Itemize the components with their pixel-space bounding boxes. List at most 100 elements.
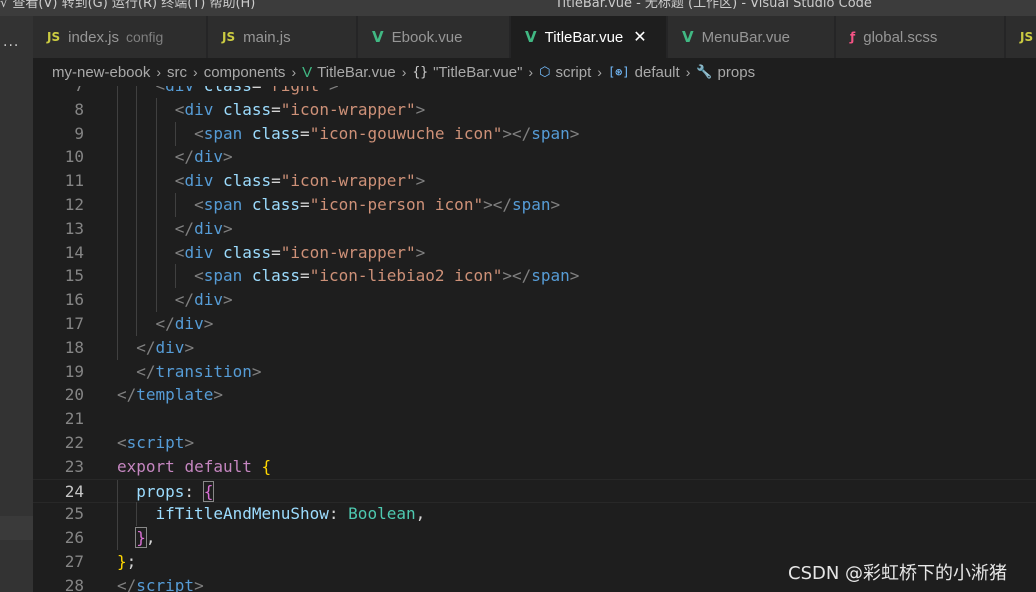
code-line[interactable]: 26}, — [33, 526, 1036, 551]
code-token: "right" — [262, 86, 329, 95]
code-line[interactable]: 15 <span class="icon-liebiao2 icon"></sp… — [33, 264, 1036, 289]
line-number: 15 — [64, 266, 84, 286]
code-token: div — [184, 171, 223, 191]
code-token: > — [415, 242, 426, 262]
code-token: Boolean — [348, 504, 416, 524]
tab-main-js[interactable]: JS main.js — [208, 16, 357, 58]
code-line[interactable]: 19 </transition> — [33, 360, 1036, 384]
code-line[interactable]: 20 </template> — [33, 383, 1036, 407]
breadcrumb-label: my-new-ebook — [52, 63, 151, 81]
code-token: > — [569, 123, 580, 143]
breadcrumb-item-titlebar-vue[interactable]: V TitleBar.vue — [302, 64, 396, 81]
code-token: span — [531, 266, 570, 286]
code-token: div — [194, 290, 223, 310]
code-text: <span class="icon-person icon"></span> — [117, 193, 560, 217]
code-line[interactable]: 8 <div class="icon-wrapper"> — [33, 97, 1036, 122]
breadcrumb-item-script[interactable]: ⬡ script — [539, 64, 591, 81]
breadcrumb-item-props[interactable]: 🔧 props — [696, 64, 755, 81]
code-line[interactable]: 24 props: { — [33, 478, 1036, 504]
braces-icon: {} — [412, 64, 429, 80]
tab-global-scss[interactable]: ƒ global.scss — [836, 16, 1005, 58]
tab-index-js[interactable]: JS index.js config — [33, 16, 207, 58]
breadcrumb-item-src[interactable]: src — [167, 64, 187, 81]
code-line[interactable]: 17 </div> — [33, 312, 1036, 336]
line-number: 27 — [64, 552, 84, 571]
code-token: > — [415, 99, 426, 119]
menu-bar[interactable]: √ 查看(V) 转到(G) 运行(R) 终端(T) 帮助(H) — [0, 0, 255, 11]
code-line[interactable]: 12 <span class="icon-person icon"></span… — [33, 193, 1036, 217]
code-line[interactable]: 22 <script> — [33, 431, 1036, 455]
code-line[interactable]: 11 <div class="icon-wrapper"> — [33, 169, 1036, 194]
code-token: > — [203, 314, 214, 333]
code-token: { — [202, 480, 215, 502]
tab-label: Ebook.vue — [391, 28, 463, 46]
code-line[interactable]: 21 — [33, 407, 1036, 431]
tab-i[interactable]: JSi — [1006, 16, 1036, 58]
code-line[interactable]: 9 <span class="icon-gouwuche icon"></spa… — [33, 121, 1036, 146]
code-token: = — [300, 266, 310, 286]
watermark: CSDN @彩虹桥下的小淅猪 — [788, 563, 1008, 584]
code-token: class — [204, 86, 252, 95]
line-number: 25 — [64, 504, 84, 524]
code-token: script — [136, 575, 195, 592]
breadcrumb-item-titlebar-vue[interactable]: {} "TitleBar.vue" — [412, 64, 522, 81]
line-number: 24 — [64, 481, 84, 501]
code-line[interactable]: 16 </div> — [33, 288, 1036, 313]
code-token: props — [136, 481, 185, 501]
chevron-right-icon: › — [401, 64, 407, 80]
code-token: > — [222, 218, 233, 238]
breadcrumb-label: TitleBar.vue — [317, 63, 396, 81]
code-text: </div> — [117, 217, 233, 241]
tab-ebook-vue[interactable]: V Ebook.vue — [358, 16, 510, 58]
code-line[interactable]: 10 </div> — [33, 145, 1036, 170]
tab-menubar-vue[interactable]: V MenuBar.vue — [668, 16, 835, 58]
close-icon[interactable]: ✕ — [633, 27, 646, 47]
js-file-icon: JS — [1020, 30, 1034, 44]
code-line[interactable]: 7 <div class="right"> — [33, 86, 1036, 98]
code-token: ></ — [483, 195, 512, 214]
code-text: </div> — [117, 288, 233, 312]
code-token: = — [271, 242, 281, 262]
code-token: class — [251, 195, 301, 214]
code-token: </ — [117, 575, 137, 592]
more-actions-icon[interactable]: ... — [3, 34, 19, 50]
code-text: <div class="icon-wrapper"> — [117, 169, 425, 193]
tab-description: config — [125, 29, 164, 45]
breadcrumb-item-my-new-ebook[interactable]: my-new-ebook — [52, 64, 150, 81]
code-token: </ — [136, 337, 156, 357]
code-token: = — [271, 171, 281, 191]
code-line[interactable]: 25 ifTitleAndMenuShow: Boolean, — [33, 502, 1036, 527]
code-token: export — [117, 456, 185, 476]
code-line[interactable]: 18 </div> — [33, 335, 1036, 360]
code-token: < — [174, 242, 185, 262]
code-line[interactable]: 23 export default { — [33, 455, 1036, 479]
code-text: ifTitleAndMenuShow: Boolean, — [156, 502, 426, 526]
code-token: < — [156, 86, 166, 95]
code-token: , — [145, 528, 156, 548]
code-token: > — [194, 575, 204, 592]
code-line[interactable]: 13 </div> — [33, 216, 1036, 241]
title-bar: √ 查看(V) 转到(G) 运行(R) 终端(T) 帮助(H) TitleBar… — [0, 0, 1036, 16]
breadcrumb-item-components[interactable]: components — [204, 64, 286, 81]
js-file-icon: JS — [222, 30, 236, 44]
code-token: = — [300, 123, 310, 143]
breadcrumb-label: props — [717, 63, 756, 81]
breadcrumb-item-default[interactable]: [⊛] default — [608, 64, 680, 81]
breadcrumb-label: default — [634, 63, 680, 81]
tab-titlebar-vue[interactable]: V TitleBar.vue ✕ — [511, 16, 667, 58]
variable-icon: [⊛] — [607, 65, 630, 79]
code-token: class — [222, 99, 272, 119]
indent-guide — [136, 502, 138, 527]
module-icon: ⬡ — [539, 64, 551, 79]
chevron-right-icon: › — [685, 64, 691, 80]
code-line[interactable]: 14 <div class="icon-wrapper"> — [33, 240, 1036, 265]
code-editor[interactable]: 7 <div class="right">8 <div class="icon-… — [33, 86, 1036, 592]
code-token: < — [194, 123, 204, 143]
code-text: <div class="icon-wrapper"> — [117, 98, 425, 122]
code-token: = — [300, 195, 310, 214]
code-token: "icon-wrapper" — [280, 171, 416, 191]
